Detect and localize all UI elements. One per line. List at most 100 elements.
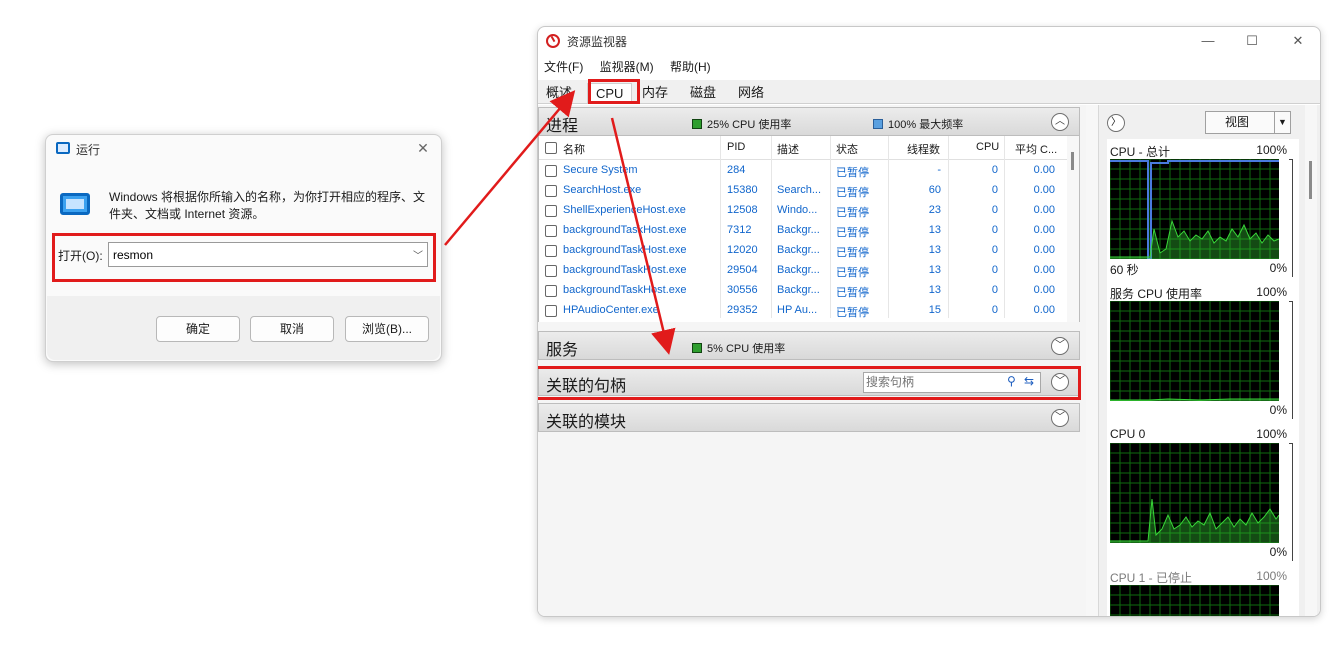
process-description: Search... — [777, 184, 822, 196]
process-description: Windo... — [777, 204, 818, 216]
table-row[interactable]: SearchHost.exe 15380 Search... 已暂停 60 0 0.00 — [539, 181, 1067, 201]
process-avg-cpu: 0.00 — [1033, 164, 1055, 176]
tab-bar: 概述 CPU 内存 磁盘 网络 — [538, 80, 1320, 104]
process-pid: 29504 — [727, 264, 758, 276]
row-checkbox[interactable] — [545, 285, 557, 297]
run-description: Windows 将根据你所输入的名称，为你打开相应的程序、文件夹、文档或 Int… — [109, 190, 426, 221]
close-button[interactable]: ✕ — [1284, 30, 1312, 52]
graph-canvas — [1110, 443, 1279, 543]
chevron-up-icon[interactable]: ︿ — [1051, 113, 1069, 131]
process-description: Backgr... — [777, 244, 820, 256]
run-app-icon — [56, 142, 70, 154]
chevron-down-icon[interactable]: ﹀ — [1051, 409, 1069, 427]
process-threads: 60 — [928, 184, 941, 196]
process-cpu: 0 — [991, 204, 998, 216]
cpu-usage-swatch — [692, 119, 702, 129]
process-avg-cpu: 0.00 — [1033, 224, 1055, 236]
view-button[interactable]: 视图 ▼ — [1205, 111, 1291, 134]
process-description: Backgr... — [777, 264, 820, 276]
graph-min: 0% — [1269, 403, 1287, 417]
modules-header[interactable]: 关联的模块 ﹀ — [538, 403, 1080, 432]
process-avg-cpu: 0.00 — [1033, 204, 1055, 216]
process-name: backgroundTaskHost.exe — [563, 224, 687, 236]
graph-title: CPU 1 - 已停止 — [1110, 571, 1193, 585]
max-frequency-stat: 100% 最大频率 — [873, 116, 963, 132]
row-checkbox[interactable] — [545, 165, 557, 177]
row-checkbox[interactable] — [545, 245, 557, 257]
process-name: Secure System — [563, 164, 638, 176]
process-avg-cpu: 0.00 — [1033, 264, 1055, 276]
menu-file[interactable]: 文件(F) — [544, 60, 583, 74]
col-status[interactable]: 状态 — [836, 141, 858, 157]
menu-help[interactable]: 帮助(H) — [670, 60, 711, 74]
col-name[interactable]: 名称 — [563, 141, 585, 157]
tab-network[interactable]: 网络 — [730, 83, 772, 103]
col-description[interactable]: 描述 — [777, 141, 799, 157]
col-cpu[interactable]: CPU — [976, 141, 999, 153]
run-titlebar[interactable]: 运行 ✕ — [46, 135, 441, 163]
process-name: backgroundTaskHost.exe — [563, 264, 687, 276]
tab-memory[interactable]: 内存 — [634, 83, 676, 103]
process-threads: - — [937, 164, 941, 176]
graph-title: 服务 CPU 使用率 — [1110, 287, 1203, 301]
graph-canvas — [1110, 301, 1279, 401]
processes-header[interactable]: 进程 25% CPU 使用率 100% 最大频率 ︿ — [538, 107, 1080, 136]
process-status: 已暂停 — [836, 267, 869, 279]
process-description: Backgr... — [777, 224, 820, 236]
table-row[interactable]: ShellExperienceHost.exe 12508 Windo... 已暂停 2… — [539, 201, 1067, 221]
highlight-open-field — [52, 233, 436, 282]
left-scrollbar[interactable] — [1086, 105, 1098, 616]
row-checkbox[interactable] — [545, 305, 557, 317]
minimize-button[interactable]: — — [1194, 30, 1222, 52]
process-avg-cpu: 0.00 — [1033, 244, 1055, 256]
row-checkbox[interactable] — [545, 205, 557, 217]
table-row[interactable]: backgroundTaskHost.exe 12020 Backgr... 已暂停 1… — [539, 241, 1067, 261]
table-row[interactable]: HPAudioCenter.exe 29352 HP Au... 已暂停 15 0 0.00 — [539, 301, 1067, 321]
table-row[interactable]: backgroundTaskHost.exe 29504 Backgr... 已暂停 1… — [539, 261, 1067, 281]
table-header: 名称 PID 描述 状态 线程数 CPU 平均 C... — [539, 136, 1067, 160]
process-cpu: 0 — [991, 244, 998, 256]
row-checkbox[interactable] — [545, 185, 557, 197]
graphs-scrollbar[interactable] — [1305, 105, 1317, 616]
process-name: SearchHost.exe — [563, 184, 642, 196]
services-header[interactable]: 服务 5% CPU 使用率 ﹀ — [538, 331, 1080, 360]
process-status: 已暂停 — [836, 227, 869, 239]
select-all-checkbox[interactable] — [545, 142, 557, 154]
graph-max: 100% — [1256, 427, 1287, 441]
process-threads: 13 — [928, 224, 941, 236]
resource-monitor-window: 资源监视器 — ☐ ✕ 文件(F) 监视器(M) 帮助(H) 概述 CPU 内存… — [537, 26, 1321, 617]
process-threads: 13 — [928, 244, 941, 256]
process-description: HP Au... — [777, 304, 818, 316]
process-threads: 15 — [928, 304, 941, 316]
tab-disk[interactable]: 磁盘 — [682, 83, 724, 103]
cancel-button[interactable]: 取消 — [250, 316, 334, 342]
table-row[interactable]: backgroundTaskHost.exe 30556 Backgr... 已暂停 1… — [539, 281, 1067, 301]
run-dialog: 运行 ✕ Windows 将根据你所输入的名称，为你打开相应的程序、文件夹、文档… — [45, 134, 442, 362]
maximize-button[interactable]: ☐ — [1238, 30, 1266, 52]
chevron-down-icon[interactable]: ﹀ — [1051, 337, 1069, 355]
row-checkbox[interactable] — [545, 265, 557, 277]
ok-button[interactable]: 确定 — [156, 316, 240, 342]
process-name: backgroundTaskHost.exe — [563, 284, 687, 296]
col-avg-cpu[interactable]: 平均 C... — [1015, 141, 1057, 157]
process-avg-cpu: 0.00 — [1033, 304, 1055, 316]
menu-monitor[interactable]: 监视器(M) — [600, 60, 654, 74]
close-icon[interactable]: ✕ — [413, 138, 433, 158]
process-pid: 12020 — [727, 244, 758, 256]
table-row[interactable]: backgroundTaskHost.exe 7312 Backgr... 已暂停 13… — [539, 221, 1067, 241]
col-pid[interactable]: PID — [727, 141, 745, 153]
process-status: 已暂停 — [836, 187, 869, 199]
process-cpu: 0 — [991, 284, 998, 296]
col-threads[interactable]: 线程数 — [907, 141, 940, 157]
processes-scrollbar[interactable] — [1067, 136, 1079, 322]
graph-canvas — [1110, 159, 1279, 259]
chevron-right-icon[interactable]: 〉 — [1107, 114, 1125, 132]
graph-min: 0% — [1269, 261, 1287, 275]
row-checkbox[interactable] — [545, 225, 557, 237]
browse-button[interactable]: 浏览(B)... — [345, 316, 429, 342]
table-row[interactable]: Secure System 284 已暂停 - 0 0.00 — [539, 161, 1067, 181]
chevron-down-icon[interactable]: ▼ — [1274, 112, 1290, 133]
run-program-icon — [60, 193, 90, 215]
tab-overview[interactable]: 概述 — [538, 83, 580, 103]
process-threads: 23 — [928, 204, 941, 216]
